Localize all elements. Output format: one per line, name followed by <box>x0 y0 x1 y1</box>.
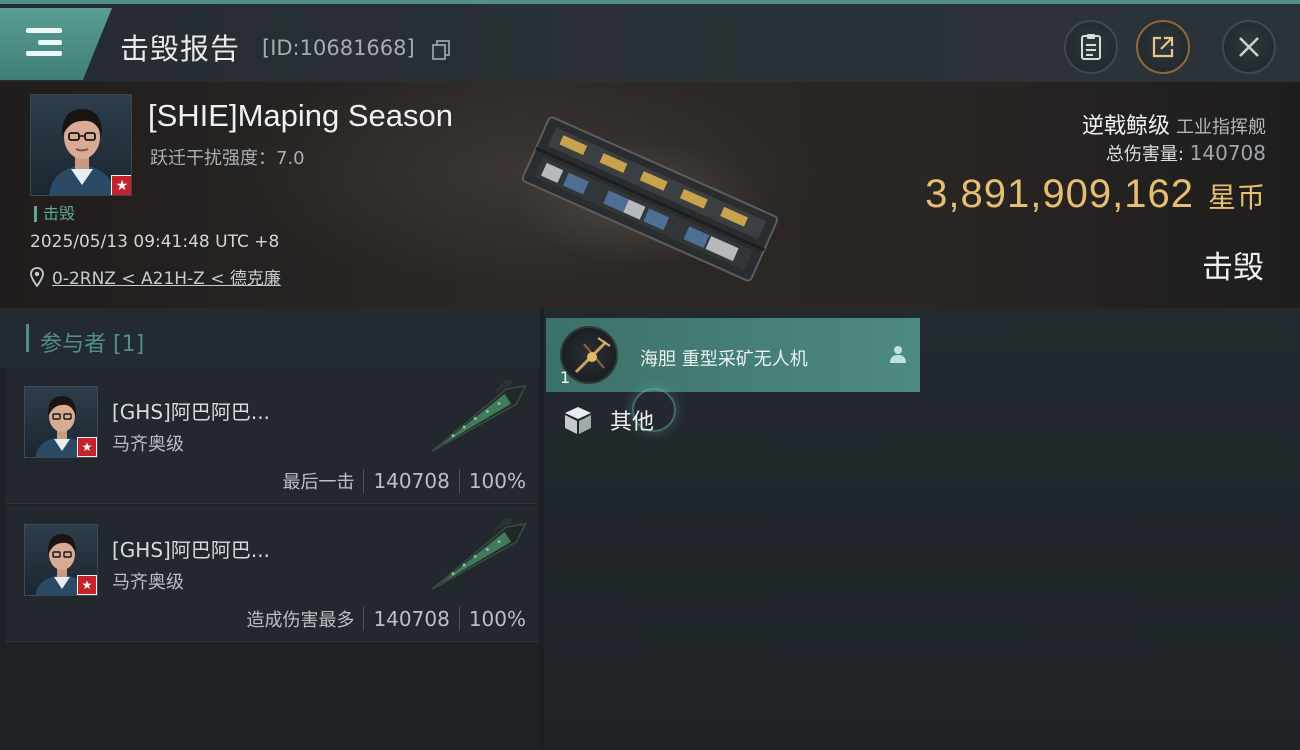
participants-header: 参与者 [1] <box>0 308 540 368</box>
share-icon <box>1152 36 1174 58</box>
item-quantity: 1 <box>560 368 571 387</box>
kill-datetime: 2025/05/13 09:41:48 UTC +8 <box>30 232 280 252</box>
location-text[interactable]: 0-2RNZ < A21H-Z < 德克廉 <box>52 264 281 289</box>
participant-avatar[interactable]: ★ <box>24 524 98 596</box>
participant-name[interactable]: [GHS]阿巴阿巴... <box>112 534 270 563</box>
divider <box>458 469 460 493</box>
isk-amount: 3,891,909,162 <box>925 172 1194 216</box>
other-category[interactable]: 其他 <box>562 404 654 436</box>
victim-banner: ★ [SHIE]Maping Season 跃迁干扰强度：7.0 击毁 2025… <box>0 82 1300 308</box>
participant-role: 造成伤害最多 <box>246 610 355 631</box>
participant-percent: 100% <box>468 607 526 631</box>
item-row[interactable]: 1 海胆 重型采矿无人机 <box>546 318 920 392</box>
participant-damage: 140708 <box>373 607 450 631</box>
destroyed-status: 击毁 <box>1202 250 1264 286</box>
ship-class-name: 逆戟鲸级 <box>1081 114 1170 139</box>
location-link[interactable]: 0-2RNZ < A21H-Z < 德克廉 <box>30 264 281 289</box>
divider <box>458 607 460 631</box>
victim-name[interactable]: [SHIE]Maping Season <box>148 98 453 134</box>
clipboard-button[interactable] <box>1064 20 1118 74</box>
cube-icon <box>565 407 591 434</box>
participants-panel: 参与者 [1] ★ [GHS]阿巴阿巴... 马齐奥级 最后一击 140708 … <box>0 308 540 750</box>
menu-icon <box>26 28 62 56</box>
total-damage-label: 总伤害量: <box>1105 144 1184 165</box>
report-id: [ID:10681668] <box>262 36 415 60</box>
victim-avatar[interactable]: ★ <box>30 94 132 196</box>
warp-strength: 跃迁干扰强度：7.0 <box>150 148 305 169</box>
participant-ship-image[interactable] <box>418 518 538 596</box>
participant-damage: 140708 <box>373 469 450 493</box>
person-icon[interactable] <box>888 344 908 364</box>
clipboard-icon <box>1081 34 1101 60</box>
participants-title: 参与者 [1] <box>40 332 145 357</box>
close-button[interactable] <box>1222 20 1276 74</box>
ship-category: 工业指挥舰 <box>1176 117 1266 138</box>
victim-ship-class: 逆戟鲸级 工业指挥舰 <box>1082 108 1266 140</box>
corp-badge-icon: ★ <box>77 437 97 457</box>
corp-badge-icon: ★ <box>111 175 131 195</box>
participant-ship: 马齐奥级 <box>112 434 184 455</box>
divider <box>363 607 365 631</box>
close-icon <box>1239 37 1259 57</box>
page-title: 击毁报告 <box>120 32 241 66</box>
participant-name[interactable]: [GHS]阿巴阿巴... <box>112 396 270 425</box>
participant-ship-image[interactable] <box>418 380 538 458</box>
participant-row[interactable]: ★ [GHS]阿巴阿巴... 马齐奥级 造成伤害最多 140708 100% <box>6 506 538 642</box>
total-damage: 总伤害量: 140708 <box>1106 140 1266 166</box>
top-bar: 击毁报告 [ID:10681668] <box>0 0 1300 82</box>
victim-ship-image[interactable] <box>505 104 795 294</box>
share-button[interactable] <box>1136 20 1190 74</box>
participant-role: 最后一击 <box>282 472 355 493</box>
item-name: 海胆 重型采矿无人机 <box>640 349 808 370</box>
header-accent-bar <box>26 324 29 352</box>
other-label: 其他 <box>610 410 655 435</box>
corp-badge-icon: ★ <box>77 575 97 595</box>
items-panel: 1 海胆 重型采矿无人机 其他 <box>544 308 1300 750</box>
copy-icon[interactable] <box>432 40 450 60</box>
participant-row[interactable]: ★ [GHS]阿巴阿巴... 马齐奥级 最后一击 140708 100% <box>6 368 538 504</box>
location-pin-icon <box>30 266 44 287</box>
result-tag: 击毁 <box>34 206 75 222</box>
participant-avatar[interactable]: ★ <box>24 386 98 458</box>
participant-stats: 最后一击 140708 100% <box>282 468 526 494</box>
total-damage-value: 140708 <box>1189 141 1266 165</box>
participant-stats: 造成伤害最多 140708 100% <box>246 606 526 632</box>
isk-value: 3,891,909,162 星币 <box>925 172 1266 217</box>
participant-ship: 马齐奥级 <box>112 572 184 593</box>
menu-button[interactable] <box>0 8 112 80</box>
participant-percent: 100% <box>468 469 526 493</box>
divider <box>363 469 365 493</box>
isk-unit: 星币 <box>1207 182 1266 213</box>
